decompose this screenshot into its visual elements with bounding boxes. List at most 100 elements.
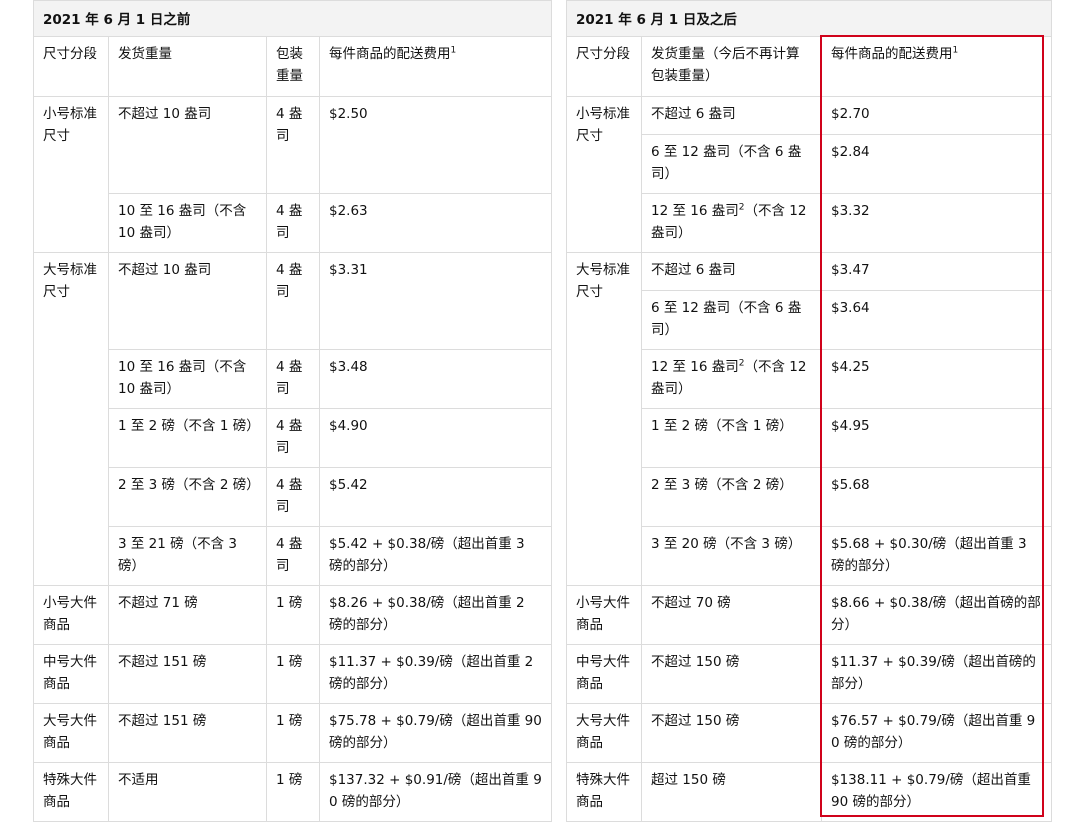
size-tier-cell: 大号标准尺寸 [33,252,109,586]
packaging-cell: 4 盎司 [266,467,320,527]
table-title: 2021 年 6 月 1 日及之后 [565,0,1053,37]
packaging-cell: 1 磅 [266,644,320,704]
fee-cell: $137.32 + $0.91/磅（超出首重 90 磅的部分） [319,762,552,822]
packaging-cell: 4 盎司 [266,349,320,409]
weight-cell: 不超过 151 磅 [108,703,267,763]
size-tier-cell: 小号标准尺寸 [33,96,109,253]
size-tier-cell: 小号大件商品 [566,585,642,645]
size-tier-cell: 小号大件商品 [33,585,109,645]
weight-cell: 10 至 16 盎司（不含 10 盎司） [108,349,267,409]
table-row: 小号标准尺寸 不超过 10 盎司 4 盎司 $2.50 [33,96,552,253]
size-tier-cell: 特殊大件商品 [566,762,642,822]
weight-cell: 不超过 71 磅 [108,585,267,645]
header-fee-label: 每件商品的配送费用 [831,46,953,62]
table-title-row: 2021 年 6 月 1 日之前 [33,0,552,37]
header-shipping-weight: 发货重量 [108,36,267,97]
fee-cell: $2.70 [820,96,1053,135]
table-row: 特殊大件商品 不适用 1 磅 $137.32 + $0.91/磅（超出首重 90… [33,762,552,822]
fee-cell: $3.64 [820,290,1053,350]
table-row: 大号大件商品 不超过 150 磅 $76.57 + $0.79/磅（超出首重 9… [566,703,1053,763]
weight-cell: 3 至 21 磅（不含 3 磅） [108,526,267,586]
fee-cell: $3.48 [319,349,552,409]
header-packaging-weight: 包装重量 [266,36,320,97]
weight-cell: 12 至 16 盎司2（不含 12 盎司） [641,193,822,253]
fee-cell: $75.78 + $0.79/磅（超出首重 90 磅的部分） [319,703,552,763]
size-tier-cell: 大号标准尺寸 [566,252,642,586]
weight-cell: 不超过 6 盎司 [641,96,822,135]
size-tier-cell: 大号大件商品 [566,703,642,763]
table-row: 大号标准尺寸 不超过 6 盎司 $3.47 [566,252,1053,586]
fee-table-after-june-2021: 2021 年 6 月 1 日及之后 尺寸分段 发货重量（今后不再计算包装重量） … [565,0,1053,822]
packaging-cell: 1 磅 [266,585,320,645]
weight-cell: 不超过 150 磅 [641,644,822,704]
fee-cell: $2.63 [319,193,552,253]
header-fee-per-unit: 每件商品的配送费用1 [820,36,1053,97]
fee-cell: $76.57 + $0.79/磅（超出首重 90 磅的部分） [820,703,1053,763]
weight-cell: 2 至 3 磅（不含 2 磅） [108,467,267,527]
fee-table-before-june-2021: 2021 年 6 月 1 日之前 尺寸分段 发货重量 包装重量 每件商品的配送费… [33,0,552,822]
packaging-cell: 4 盎司 [266,96,320,194]
weight-range: 12 至 16 盎司 [651,203,739,219]
weight-cell: 不超过 150 磅 [641,703,822,763]
weight-cell: 不超过 151 磅 [108,644,267,704]
size-tier-cell: 小号标准尺寸 [566,96,642,253]
table-title: 2021 年 6 月 1 日之前 [33,0,552,37]
fee-cell: $11.37 + $0.39/磅（超出首重 2 磅的部分） [319,644,552,704]
packaging-cell: 1 磅 [266,703,320,763]
header-fee-label: 每件商品的配送费用 [329,46,451,62]
weight-cell: 6 至 12 盎司（不含 6 盎司） [641,134,822,194]
header-size-tier: 尺寸分段 [566,36,642,97]
table-row: 中号大件商品 不超过 151 磅 1 磅 $11.37 + $0.39/磅（超出… [33,644,552,704]
header-fee-per-unit: 每件商品的配送费用1 [319,36,552,97]
table-row: 大号标准尺寸 不超过 10 盎司 4 盎司 $3.31 [33,252,552,586]
fee-cell: $5.42 [319,467,552,527]
weight-cell: 2 至 3 磅（不含 2 磅） [641,467,822,527]
fee-cell: $5.68 + $0.30/磅（超出首重 3 磅的部分） [820,526,1053,586]
weight-cell: 不超过 10 盎司 [108,96,267,194]
weight-cell: 不超过 6 盎司 [641,252,822,291]
table-row: 10 至 16 盎司（不含 10 盎司） 4 盎司 $3.48 [34,349,552,409]
weight-cell: 不超过 70 磅 [641,585,822,645]
fee-cell: $4.95 [820,408,1053,468]
fee-cell: $3.31 [319,252,552,350]
table-row: 小号大件商品 不超过 70 磅 $8.66 + $0.38/磅（超出首磅的部分） [566,585,1053,645]
size-tier-cell: 中号大件商品 [33,644,109,704]
weight-cell: 3 至 20 磅（不含 3 磅） [641,526,822,586]
packaging-cell: 4 盎司 [266,193,320,253]
table-row: 小号标准尺寸 不超过 6 盎司 $2.70 [566,96,1053,253]
table-row: 2 至 3 磅（不含 2 磅） 4 盎司 $5.42 [34,467,552,527]
footnote-marker: 1 [952,45,959,56]
table-row: 大号大件商品 不超过 151 磅 1 磅 $75.78 + $0.79/磅（超出… [33,703,552,763]
table-row: 中号大件商品 不超过 150 磅 $11.37 + $0.39/磅（超出首磅的部… [566,644,1053,704]
table-row: 小号大件商品 不超过 71 磅 1 磅 $8.26 + $0.38/磅（超出首重… [33,585,552,645]
weight-cell: 不适用 [108,762,267,822]
packaging-cell: 4 盎司 [266,408,320,468]
weight-cell: 超过 150 磅 [641,762,822,822]
table-row: 1 至 2 磅（不含 1 磅） 4 盎司 $4.90 [34,408,552,468]
weight-range: 12 至 16 盎司 [651,359,739,375]
fee-cell: $4.25 [820,349,1053,409]
table-row: 3 至 21 磅（不含 3 磅） 4 盎司 $5.42 + $0.38/磅（超出… [34,526,552,586]
fee-cell: $2.50 [319,96,552,194]
fee-cell: $3.32 [820,193,1053,253]
fee-cell: $5.68 [820,467,1053,527]
header-row: 尺寸分段 发货重量 包装重量 每件商品的配送费用1 [33,36,552,97]
weight-cell: 12 至 16 盎司2（不含 12 盎司） [641,349,822,409]
fee-cell: $4.90 [319,408,552,468]
table-row: 特殊大件商品 超过 150 磅 $138.11 + $0.79/磅（超出首重 9… [566,762,1053,822]
weight-cell: 6 至 12 盎司（不含 6 盎司） [641,290,822,350]
weight-cell: 1 至 2 磅（不含 1 磅） [108,408,267,468]
size-tier-cell: 大号大件商品 [33,703,109,763]
fee-cell: $3.47 [820,252,1053,291]
fee-cell: $2.84 [820,134,1053,194]
packaging-cell: 4 盎司 [266,252,320,350]
fee-cell: $8.26 + $0.38/磅（超出首重 2 磅的部分） [319,585,552,645]
packaging-cell: 4 盎司 [266,526,320,586]
weight-cell: 1 至 2 磅（不含 1 磅） [641,408,822,468]
fee-cell: $11.37 + $0.39/磅（超出首磅的部分） [820,644,1053,704]
size-tier-cell: 特殊大件商品 [33,762,109,822]
header-row: 尺寸分段 发货重量（今后不再计算包装重量） 每件商品的配送费用1 [566,36,1053,97]
table-row: 10 至 16 盎司（不含 10 盎司） 4 盎司 $2.63 [34,193,552,253]
header-size-tier: 尺寸分段 [33,36,109,97]
size-tier-cell: 中号大件商品 [566,644,642,704]
